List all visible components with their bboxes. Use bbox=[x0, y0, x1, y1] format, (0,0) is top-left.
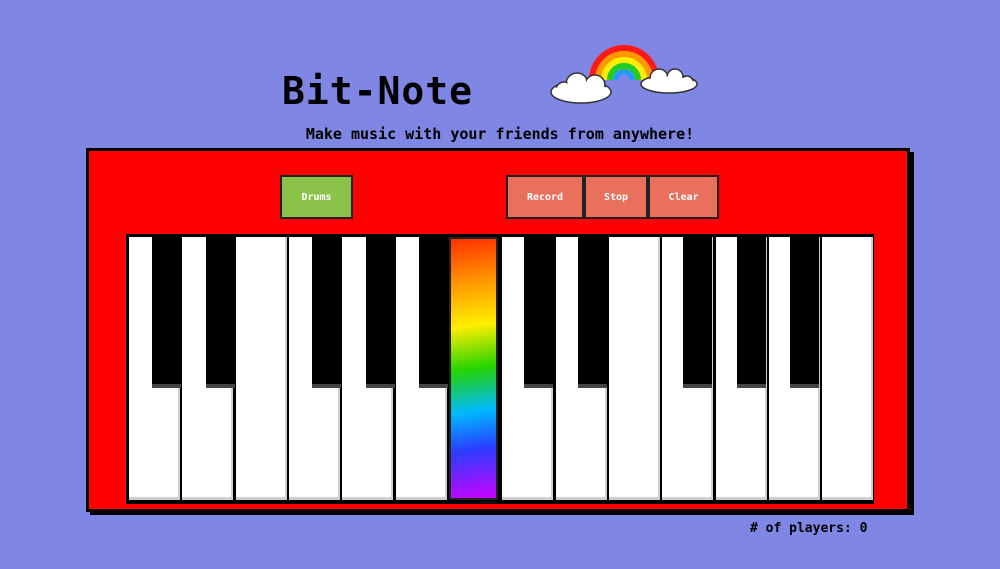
keyboard-panel: Drums Record Stop Clear bbox=[86, 148, 910, 512]
black-key[interactable] bbox=[152, 234, 181, 388]
black-key[interactable] bbox=[578, 234, 607, 388]
black-key[interactable] bbox=[419, 234, 448, 388]
stop-button[interactable]: Stop bbox=[584, 175, 648, 219]
record-button[interactable]: Record bbox=[506, 175, 584, 219]
black-key[interactable] bbox=[737, 234, 766, 388]
app-title: Bit-Note bbox=[282, 69, 474, 113]
black-key[interactable] bbox=[683, 234, 712, 388]
player-count: # of players: 0 bbox=[750, 521, 868, 536]
black-key[interactable] bbox=[524, 234, 553, 388]
white-key[interactable] bbox=[236, 237, 287, 500]
subtitle: Make music with your friends from anywhe… bbox=[305, 125, 695, 143]
white-key-active[interactable] bbox=[449, 237, 498, 500]
white-key[interactable] bbox=[822, 237, 873, 500]
black-key[interactable] bbox=[366, 234, 395, 388]
piano-keys bbox=[126, 234, 874, 504]
clear-button[interactable]: Clear bbox=[648, 175, 719, 219]
white-key[interactable] bbox=[609, 237, 660, 500]
drums-button[interactable]: Drums bbox=[280, 175, 353, 219]
rainbow-cloud-icon bbox=[550, 45, 698, 104]
black-key[interactable] bbox=[206, 234, 235, 388]
black-key[interactable] bbox=[312, 234, 341, 388]
black-key[interactable] bbox=[790, 234, 819, 388]
